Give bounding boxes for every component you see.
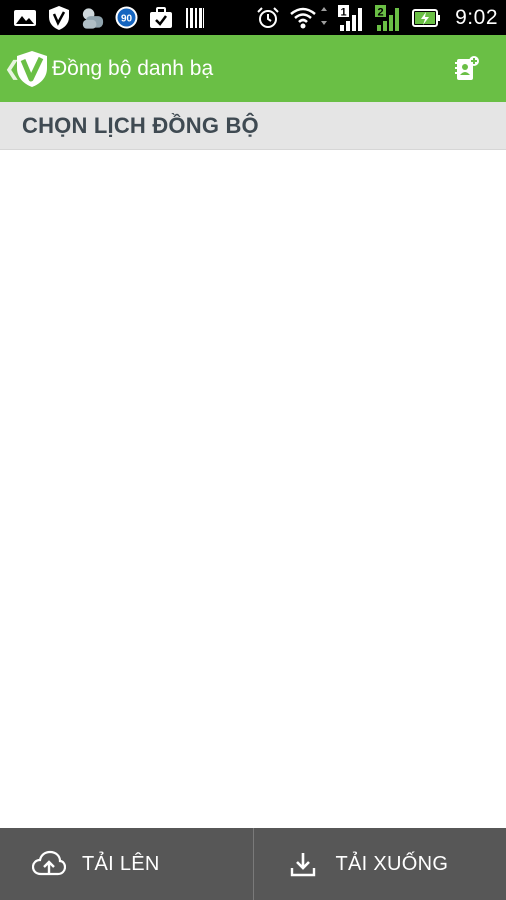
download-icon (286, 849, 320, 879)
status-bar: 90 1 2 9:02 (0, 0, 506, 35)
signal-sim1-icon: 1 (338, 4, 366, 31)
download-button[interactable]: TẢI XUỐNG (252, 828, 506, 900)
app-logo-icon (17, 50, 47, 87)
svg-text:90: 90 (121, 14, 133, 25)
cloud-upload-icon (32, 849, 66, 879)
contact-sync-button[interactable] (452, 54, 482, 84)
back-chevron-icon: ❮ (4, 57, 21, 80)
svg-text:2: 2 (378, 6, 384, 18)
bottom-action-bar: TẢI LÊN TẢI XUỐNG (0, 828, 506, 900)
barcode-icon (182, 5, 207, 30)
status-time: 9:02 (455, 5, 498, 29)
schedule-list (0, 151, 506, 828)
briefcase-check-icon (148, 5, 173, 30)
alarm-icon (255, 5, 280, 30)
upload-label: TẢI LÊN (82, 852, 160, 875)
upload-button[interactable]: TẢI LÊN (0, 828, 253, 900)
contact-sync-icon (455, 56, 479, 80)
picture-icon (12, 5, 37, 30)
shield-icon (46, 5, 71, 30)
signal-sim2-icon: 2 (375, 4, 403, 31)
status-bar-right: 1 2 9:02 (255, 4, 498, 31)
weather-icon (80, 5, 105, 30)
section-title: CHỌN LỊCH ĐỒNG BỘ (22, 112, 259, 138)
wifi-icon (289, 5, 329, 30)
speed-badge-icon: 90 (114, 5, 139, 30)
app-title: Đồng bộ danh bạ (52, 56, 214, 80)
download-label: TẢI XUỐNG (335, 852, 449, 875)
status-bar-left: 90 (12, 5, 207, 30)
battery-charging-icon (412, 5, 442, 30)
svg-text:1: 1 (341, 6, 347, 18)
app-bar: ❮ Đồng bộ danh bạ (0, 35, 506, 102)
up-navigation-button[interactable]: ❮ Đồng bộ danh bạ (0, 35, 213, 102)
section-header: CHỌN LỊCH ĐỒNG BỘ (0, 102, 506, 150)
